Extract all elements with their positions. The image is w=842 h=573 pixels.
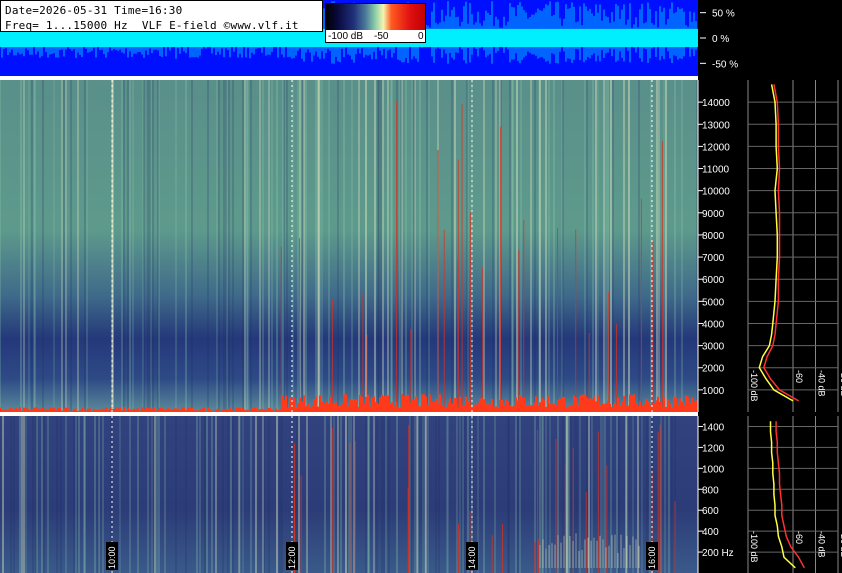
frequency-tick-label: 6000 xyxy=(702,275,725,286)
frequency-tick-label: 11000 xyxy=(702,165,730,176)
frequency-tick-label: 1400 xyxy=(702,422,725,433)
time-tick-label: 12:00 xyxy=(287,546,297,569)
average-spectrum-line xyxy=(775,421,805,569)
db-tick-label: -60 xyxy=(794,531,804,544)
vlf-spectrogram-screen: 50 % 0 % -50 % 1000 2000 3000 4000 5000 6000 7000… xyxy=(0,0,842,573)
waveform-tick-label: 0 % xyxy=(712,34,729,45)
frequency-tick-label: 1000 xyxy=(702,386,725,397)
spectrogram-full-panel: 1000 2000 3000 4000 5000 6000 7000 8000 9000 1000… xyxy=(0,80,730,412)
average-spectrum-low-panel: -100 dB -60 -40 dB -20 dB xyxy=(747,416,842,573)
frequency-tick-label: 7000 xyxy=(702,253,725,264)
color-scale-max-label: 0 xyxy=(418,31,424,42)
frequency-tick-label: 1200 xyxy=(702,443,725,454)
db-tick-label: -100 dB xyxy=(749,531,759,563)
frequency-tick-label: 1000 xyxy=(702,464,725,475)
waveform-tick-label: -50 % xyxy=(712,59,738,70)
frequency-tick-label: 12000 xyxy=(702,142,730,153)
info-header: Date=2026-05-31 Time=16:30 Freq= 1...150… xyxy=(0,0,323,32)
frequency-tick-label: 10000 xyxy=(702,187,730,198)
average-spectrum-full-panel: -100 dB -60 -40 dB -20 dB xyxy=(747,80,842,412)
db-tick-label: -100 dB xyxy=(749,370,759,402)
frequency-tick-label: 5000 xyxy=(702,297,725,308)
waveform-tick-label: 50 % xyxy=(712,9,735,20)
spectrogram-low-panel: 10:00 12:00 14:00 16:00 200 Hz 400 600 800 1000 1… xyxy=(0,416,734,573)
frequency-tick-label: 14000 xyxy=(702,98,730,109)
color-scale-mid-label: -50 xyxy=(374,31,389,42)
waveform-axis: 50 % 0 % -50 % xyxy=(700,9,738,70)
frequency-tick-label: 800 xyxy=(702,485,719,496)
db-tick-label: -40 dB xyxy=(817,370,827,397)
color-scale-gradient xyxy=(326,4,425,30)
frequency-tick-label: 8000 xyxy=(702,231,725,242)
frequency-tick-label: 200 Hz xyxy=(702,548,734,559)
spectrogram-chart: 50 %0 %-50 %1000200030004000500060007000… xyxy=(0,0,842,573)
frequency-tick-label: 2000 xyxy=(702,364,725,375)
color-scale-legend: -100 dB -50 0 xyxy=(325,3,426,43)
color-scale-min-label: -100 dB xyxy=(328,31,364,42)
frequency-range-label: Freq= 1...15000 Hz xyxy=(5,19,128,32)
panel-divider xyxy=(0,412,698,416)
db-tick-label: -40 dB xyxy=(817,531,827,558)
time-label: Time=16:30 xyxy=(114,4,183,17)
time-tick-label: 10:00 xyxy=(107,546,117,569)
frequency-tick-label: 3000 xyxy=(702,342,725,353)
frequency-tick-label: 13000 xyxy=(702,120,730,131)
average-spectrum-line xyxy=(758,84,794,402)
source-label: VLF E-field ©www.vlf.it xyxy=(141,19,299,32)
frequency-tick-label: 9000 xyxy=(702,209,725,220)
time-tick-label: 14:00 xyxy=(467,546,477,569)
frequency-tick-label: 600 xyxy=(702,506,719,517)
date-label: Date=2026-05-31 xyxy=(5,4,108,17)
frequency-tick-label: 400 xyxy=(702,527,719,538)
panel-divider xyxy=(0,76,698,80)
frequency-tick-label: 4000 xyxy=(702,319,725,330)
time-tick-label: 16:00 xyxy=(647,546,657,569)
average-spectrum-line xyxy=(769,421,796,569)
db-tick-label: -60 xyxy=(794,370,804,383)
